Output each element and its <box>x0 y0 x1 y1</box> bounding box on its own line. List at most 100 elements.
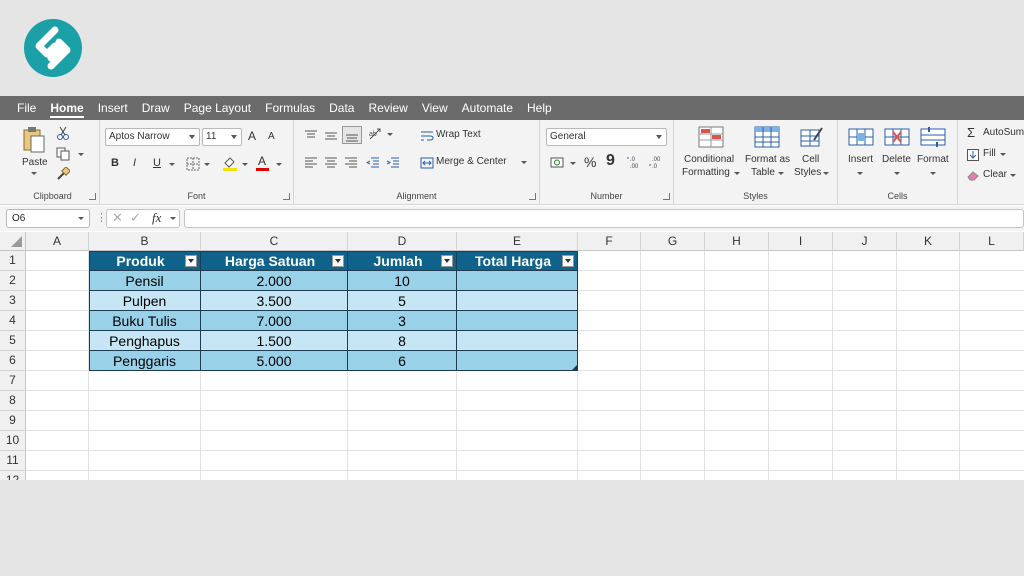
font-name-select[interactable]: Aptos Narrow <box>105 128 200 146</box>
filter-dropdown-icon[interactable] <box>332 255 344 267</box>
align-top-icon[interactable] <box>304 129 318 147</box>
bold-button[interactable]: B <box>111 157 119 169</box>
font-color-button[interactable]: A <box>258 154 266 168</box>
table-cell[interactable]: Penggaris <box>89 351 201 371</box>
table-header-cell[interactable]: Jumlah <box>348 251 457 271</box>
confirm-entry-icon[interactable]: ✓ <box>130 210 141 226</box>
table-cell[interactable] <box>457 331 578 351</box>
table-cell[interactable]: 3.500 <box>201 291 348 311</box>
column-header-f[interactable]: F <box>578 232 641 251</box>
wrap-text-button[interactable]: Wrap Text <box>436 129 481 140</box>
formula-input[interactable] <box>184 209 1024 228</box>
table-cell[interactable]: Pensil <box>89 271 201 291</box>
column-header-d[interactable]: D <box>348 232 457 251</box>
row-header-6[interactable]: 6 <box>0 351 26 371</box>
clear-dropdown-icon[interactable] <box>1010 174 1016 177</box>
paste-dropdown-icon[interactable] <box>31 172 37 175</box>
name-box[interactable]: O6 <box>6 209 90 228</box>
row-header-9[interactable]: 9 <box>0 411 26 431</box>
table-header-cell[interactable]: Produk <box>89 251 201 271</box>
table-cell[interactable] <box>457 291 578 311</box>
menu-help[interactable]: Help <box>520 96 559 120</box>
menu-home[interactable]: Home <box>43 96 90 120</box>
menu-data[interactable]: Data <box>322 96 361 120</box>
underline-dropdown-icon[interactable] <box>169 163 175 166</box>
column-header-l[interactable]: L <box>960 232 1024 251</box>
column-header-h[interactable]: H <box>705 232 769 251</box>
paste-label[interactable]: Paste <box>22 157 48 168</box>
table-header-cell[interactable]: Total Harga <box>457 251 578 271</box>
comma-style-button[interactable]: 9 <box>606 152 615 170</box>
format-painter-icon[interactable] <box>56 166 71 186</box>
row-header-5[interactable]: 5 <box>0 331 26 351</box>
table-cell[interactable]: 6 <box>348 351 457 371</box>
align-left-icon[interactable] <box>304 156 318 174</box>
font-size-select[interactable]: 11 <box>202 128 242 146</box>
merge-dropdown-icon[interactable] <box>521 161 527 164</box>
copy-icon[interactable] <box>56 147 70 166</box>
cancel-entry-icon[interactable]: ✕ <box>112 210 123 226</box>
table-cell[interactable]: Penghapus <box>89 331 201 351</box>
table-cell[interactable]: 2.000 <box>201 271 348 291</box>
font-color-dropdown-icon[interactable] <box>276 163 282 166</box>
menu-review[interactable]: Review <box>361 96 414 120</box>
fill-icon[interactable] <box>967 148 979 166</box>
clear-button[interactable]: Clear <box>983 169 1007 180</box>
table-cell[interactable]: 8 <box>348 331 457 351</box>
align-bottom-icon[interactable] <box>342 126 362 144</box>
table-cell[interactable]: 5 <box>348 291 457 311</box>
formula-expand-icon[interactable] <box>170 217 176 220</box>
format-as-table-icon[interactable] <box>754 126 780 153</box>
format-as-table-line1[interactable]: Format as <box>745 154 790 165</box>
menu-file[interactable]: File <box>10 96 43 120</box>
column-header-e[interactable]: E <box>457 232 578 251</box>
decrease-indent-icon[interactable] <box>365 156 380 174</box>
paste-icon[interactable] <box>22 126 46 159</box>
menu-automate[interactable]: Automate <box>455 96 520 120</box>
table-cell[interactable]: 3 <box>348 311 457 331</box>
grow-font-button[interactable]: A <box>248 129 256 143</box>
eraser-icon[interactable] <box>967 168 980 186</box>
number-format-select[interactable]: General <box>546 128 667 146</box>
conditional-formatting-line1[interactable]: Conditional <box>684 154 734 165</box>
borders-dropdown-icon[interactable] <box>204 163 210 166</box>
menu-insert[interactable]: Insert <box>91 96 135 120</box>
table-cell[interactable] <box>457 351 578 371</box>
cut-icon[interactable] <box>56 126 70 145</box>
italic-button[interactable]: I <box>133 157 136 169</box>
conditional-formatting-dropdown-icon[interactable] <box>734 172 740 175</box>
accounting-format-icon[interactable] <box>550 156 566 175</box>
shrink-font-button[interactable]: A <box>268 131 275 142</box>
delete-cells-button[interactable]: Delete <box>882 154 911 165</box>
insert-cells-button[interactable]: Insert <box>848 154 873 165</box>
copy-dropdown-icon[interactable] <box>78 153 84 156</box>
table-header-cell[interactable]: Harga Satuan <box>201 251 348 271</box>
accounting-dropdown-icon[interactable] <box>570 162 576 165</box>
table-cell[interactable] <box>457 271 578 291</box>
row-header-8[interactable]: 8 <box>0 391 26 411</box>
increase-indent-icon[interactable] <box>386 156 400 174</box>
number-launcher-icon[interactable] <box>663 193 670 200</box>
fill-color-icon[interactable] <box>222 155 238 176</box>
alignment-launcher-icon[interactable] <box>529 193 536 200</box>
format-as-table-dropdown-icon[interactable] <box>778 172 784 175</box>
increase-decimal-icon[interactable]: .0.00 <box>626 155 642 174</box>
column-header-j[interactable]: J <box>833 232 897 251</box>
insert-cells-icon[interactable] <box>848 126 874 153</box>
align-middle-icon[interactable] <box>324 129 338 147</box>
table-cell[interactable] <box>457 311 578 331</box>
column-header-k[interactable]: K <box>897 232 960 251</box>
format-as-table-line2[interactable]: Table <box>751 167 775 178</box>
menu-draw[interactable]: Draw <box>135 96 177 120</box>
font-launcher-icon[interactable] <box>283 193 290 200</box>
row-header-11[interactable]: 11 <box>0 451 26 471</box>
table-cell[interactable]: Pulpen <box>89 291 201 311</box>
menu-formulas[interactable]: Formulas <box>258 96 322 120</box>
merge-center-button[interactable]: Merge & Center <box>436 156 507 167</box>
column-header-b[interactable]: B <box>89 232 201 251</box>
table-cell[interactable]: 5.000 <box>201 351 348 371</box>
autosum-button[interactable]: AutoSum <box>983 127 1024 138</box>
delete-cells-dropdown-icon[interactable] <box>894 172 900 175</box>
percent-button[interactable]: % <box>584 154 596 170</box>
format-cells-button[interactable]: Format <box>917 154 949 165</box>
